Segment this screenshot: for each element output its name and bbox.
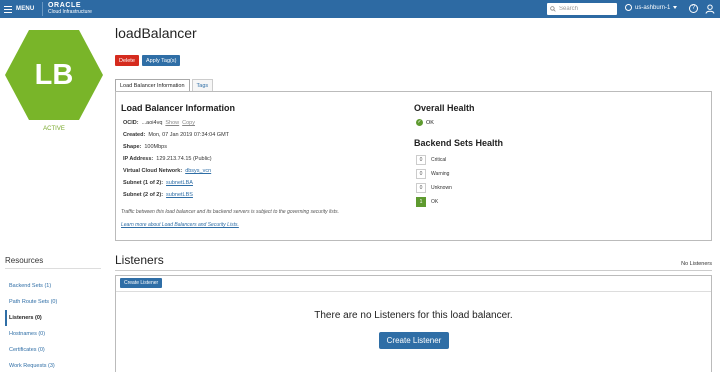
subnet2-label: Subnet (2 of 2): [123, 192, 164, 198]
warning-count: 0 [416, 169, 426, 179]
critical-count: 0 [416, 155, 426, 165]
delete-button[interactable]: Delete [115, 55, 139, 66]
search-box[interactable] [547, 3, 617, 15]
badge-text: LB [34, 58, 74, 91]
sidebar-item-backend-sets[interactable]: Backend Sets (1) [5, 278, 101, 294]
tab-load-balancer-information[interactable]: Load Balancer Information [115, 79, 190, 91]
resources-divider [5, 268, 101, 269]
create-listener-toolbar-button[interactable]: Create Listener [120, 278, 163, 288]
shape-label: Shape: [123, 144, 142, 150]
menu-button[interactable]: MENU [4, 3, 34, 15]
listeners-panel: Create Listener There are no Listeners f… [115, 275, 712, 372]
apply-tags-button[interactable]: Apply Tag(s) [142, 55, 181, 66]
sidebar-item-path-route-sets[interactable]: Path Route Sets (0) [5, 294, 101, 310]
overall-health-value: OK [426, 119, 434, 126]
ocid-copy-link[interactable]: Copy [182, 120, 195, 126]
listeners-divider [115, 270, 712, 271]
empty-state-message: There are no Listeners for this load bal… [314, 310, 513, 321]
vcn-link[interactable]: dbsys_vcn [185, 168, 211, 174]
critical-label: Critical [431, 157, 447, 163]
oracle-logo[interactable]: ORACLE Cloud Infrastructure [48, 2, 92, 15]
search-input[interactable] [559, 6, 617, 12]
region-label: us-ashburn-1 [635, 4, 671, 11]
sidebar-item-certificates[interactable]: Certificates (0) [5, 342, 101, 358]
ip-row: IP Address: 129.213.74.15 (Public) [123, 156, 212, 162]
ok-count: 1 [416, 197, 426, 207]
info-heading: Load Balancer Information [121, 103, 236, 113]
subnet1-link[interactable]: subnetLBA [166, 180, 193, 186]
ocid-label: OCID: [123, 120, 139, 126]
sidebar-item-work-requests[interactable]: Work Requests (3) [5, 358, 101, 372]
listeners-toolbar-divider [116, 291, 711, 292]
resources-list: Backend Sets (1) Path Route Sets (0) Lis… [5, 278, 101, 372]
ocid-value: ...aoi4vq [141, 120, 163, 126]
tab-tags[interactable]: Tags [191, 79, 214, 91]
security-note: Traffic between this load balancer and i… [121, 209, 340, 215]
create-listener-button[interactable]: Create Listener [379, 332, 449, 349]
search-icon [550, 6, 556, 12]
backend-sets-health-heading: Backend Sets Health [414, 138, 504, 148]
header-divider [42, 2, 43, 16]
logo-line-2: Cloud Infrastructure [48, 9, 92, 15]
ip-label: IP Address: [123, 156, 154, 162]
listeners-heading: Listeners [115, 253, 164, 267]
health-unknown-row: 0 Unknown [416, 183, 452, 193]
unknown-label: Unknown [431, 185, 452, 191]
detail-tabs: Load Balancer Information Tags [115, 79, 214, 91]
vcn-label: Virtual Cloud Network: [123, 168, 183, 174]
chevron-down-icon [673, 6, 678, 9]
logo-line-1: ORACLE [48, 2, 82, 9]
resources-heading: Resources [5, 256, 44, 265]
health-critical-row: 0 Critical [416, 155, 446, 165]
load-balancer-hexagon-badge: LB [4, 29, 104, 121]
ocid-row: OCID: ...aoi4vq Show Copy [123, 120, 195, 126]
region-selector[interactable]: us-ashburn-1 [625, 4, 678, 11]
sidebar-item-listeners[interactable]: Listeners (0) [5, 310, 101, 326]
overall-health-heading: Overall Health [414, 103, 475, 113]
listeners-count: No Listeners [681, 261, 712, 267]
created-value: Mon, 07 Jan 2019 07:34:04 GMT [148, 132, 230, 138]
subnet1-label: Subnet (1 of 2): [123, 180, 164, 186]
shape-row: Shape: 100Mbps [123, 144, 167, 150]
subnet1-row: Subnet (1 of 2): subnetLBA [123, 180, 193, 186]
sidebar-item-hostnames[interactable]: Hostnames (0) [5, 326, 101, 342]
user-icon[interactable] [705, 4, 715, 14]
health-warning-row: 0 Warning [416, 169, 449, 179]
shape-value: 100Mbps [144, 144, 167, 150]
menu-label: MENU [16, 6, 35, 12]
top-navigation-bar: MENU ORACLE Cloud Infrastructure us-ashb… [0, 0, 720, 18]
help-icon[interactable]: ? [689, 4, 698, 13]
unknown-count: 0 [416, 183, 426, 193]
vcn-row: Virtual Cloud Network: dbsys_vcn [123, 168, 211, 174]
health-ok-row: 1 OK [416, 197, 438, 207]
created-row: Created: Mon, 07 Jan 2019 07:34:04 GMT [123, 132, 229, 138]
ok-label: OK [431, 199, 439, 205]
page-title: loadBalancer [115, 25, 197, 41]
warning-label: Warning [431, 171, 450, 177]
globe-icon [625, 4, 632, 11]
created-label: Created: [123, 132, 146, 138]
info-panel: Load Balancer Information OCID: ...aoi4v… [115, 91, 712, 241]
status-label: ACTIVE [43, 126, 65, 132]
subnet2-row: Subnet (2 of 2): subnetLBS [123, 192, 193, 198]
ocid-show-link[interactable]: Show [165, 120, 179, 126]
hamburger-icon [4, 5, 12, 13]
learn-more-link[interactable]: Learn more about Load Balancers and Secu… [121, 222, 239, 228]
subnet2-link[interactable]: subnetLBS [166, 192, 193, 198]
overall-health-status: ✓ OK [416, 119, 434, 126]
check-icon: ✓ [416, 119, 423, 126]
ip-value: 129.213.74.15 (Public) [156, 156, 212, 162]
